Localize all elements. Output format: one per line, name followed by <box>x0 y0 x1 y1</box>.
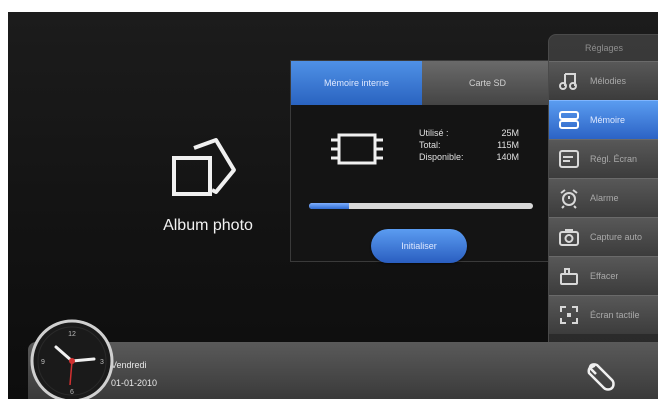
stat-used: Utilisé : 25M <box>419 127 519 139</box>
clock-center <box>69 358 75 364</box>
sidebar-item-memory[interactable]: Mémoire <box>549 100 658 139</box>
album-photo-icon[interactable] <box>168 134 248 204</box>
music-note-icon <box>556 70 582 92</box>
sidebar-item-label: Mélodies <box>590 76 627 86</box>
sidebar-item-screen-settings[interactable]: Régl. Écran <box>549 139 658 178</box>
screen-settings-icon <box>556 148 582 170</box>
memory-stats: Utilisé : 25M Total: 115M Disponible: 14… <box>419 127 519 163</box>
wrench-icon[interactable] <box>582 362 620 394</box>
analog-clock[interactable]: 12 3 6 9 <box>30 319 114 399</box>
initialize-button[interactable]: Initialiser <box>371 229 467 263</box>
erase-icon <box>556 265 582 287</box>
clock-number-3: 3 <box>100 359 104 366</box>
sidebar-item-label: Écran tactile <box>590 310 640 320</box>
sidebar-item-label: Capture auto <box>590 232 643 242</box>
sidebar-title: Réglages <box>584 43 624 53</box>
date-label: 01-01-2010 <box>111 378 158 388</box>
stat-available-label: Disponible: <box>419 152 464 162</box>
sidebar-item-label: Mémoire <box>590 115 626 125</box>
sidebar-item-erase[interactable]: Effacer <box>549 256 658 295</box>
stat-total-label: Total: <box>419 140 441 150</box>
stat-used-label: Utilisé : <box>419 128 449 138</box>
device-screen: Album photo Mémoire interne Carte SD Uti… <box>8 12 658 399</box>
memory-icon <box>556 109 582 131</box>
alarm-icon <box>556 187 582 209</box>
clock-minute-hand <box>70 357 96 363</box>
stat-available-value: 140M <box>496 152 519 162</box>
stat-available: Disponible: 140M <box>419 151 519 163</box>
memory-usage-bar <box>309 203 533 209</box>
memory-chip-icon <box>331 133 383 165</box>
clock-number-12: 12 <box>68 331 76 338</box>
memory-tabs: Mémoire interne Carte SD <box>291 61 553 105</box>
sidebar-item-label: Régl. Écran <box>590 154 638 164</box>
clock-number-9: 9 <box>41 359 45 366</box>
bottom-status-bar <box>28 342 658 399</box>
sidebar-item-alarm[interactable]: Alarme <box>549 178 658 217</box>
camera-icon <box>556 226 582 248</box>
stat-used-value: 25M <box>501 128 519 138</box>
day-label: Vendredi <box>111 360 147 370</box>
stat-total-value: 115M <box>497 140 519 150</box>
memory-usage-fill <box>309 203 350 209</box>
stat-total: Total: 115M <box>419 139 519 151</box>
memory-panel: Mémoire interne Carte SD Utilisé : 25M T… <box>290 60 554 263</box>
sidebar-item-label: Alarme <box>590 193 619 203</box>
sidebar-item-touchscreen[interactable]: Écran tactile <box>549 295 658 334</box>
tab-sd-card[interactable]: Carte SD <box>422 61 553 105</box>
sidebar-item-melodies[interactable]: Mélodies <box>549 61 658 100</box>
sidebar-item-auto-capture[interactable]: Capture auto <box>549 217 658 256</box>
tab-internal-memory[interactable]: Mémoire interne <box>291 61 422 105</box>
clock-number-6: 6 <box>70 389 74 396</box>
album-photo-label[interactable]: Album photo <box>148 217 268 235</box>
sidebar-item-label: Effacer <box>590 271 619 281</box>
touchscreen-icon <box>556 304 582 326</box>
settings-sidebar: Réglages Mélodies Mémoire Régl. Écran Al… <box>548 34 658 354</box>
